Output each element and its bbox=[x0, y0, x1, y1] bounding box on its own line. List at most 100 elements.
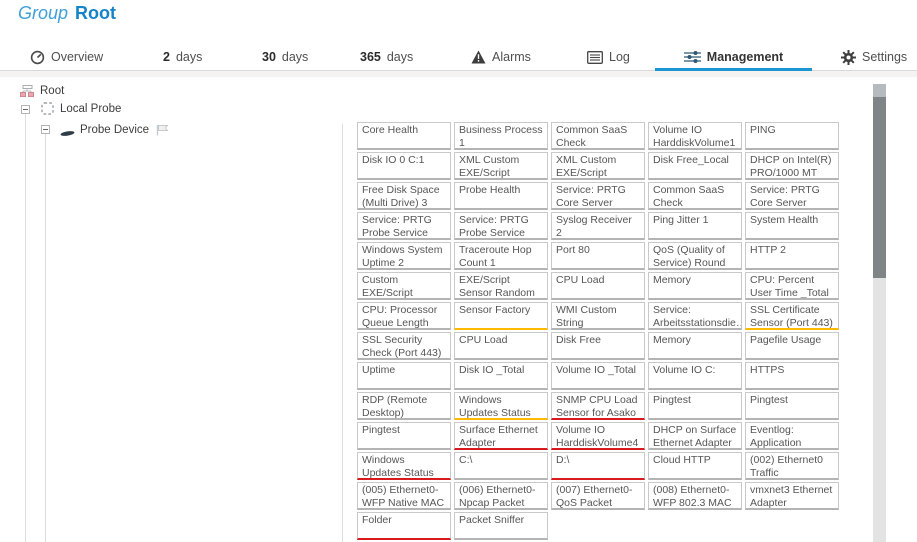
sensor-box[interactable]: vmxnet3 Ethernet Adapter bbox=[745, 482, 839, 510]
tab-log[interactable]: Log bbox=[587, 44, 630, 70]
sensor-box[interactable]: Surface Ethernet Adapter bbox=[454, 422, 548, 450]
sensor-box[interactable]: Disk IO 0 C:1 bbox=[357, 152, 451, 180]
sensor-box[interactable]: SNMP CPU Load Sensor for Asako bbox=[551, 392, 645, 420]
sensor-box[interactable]: SSL Security Check (Port 443) bbox=[357, 332, 451, 360]
sensor-box[interactable]: (006) Ethernet0-Npcap Packet bbox=[454, 482, 548, 510]
sensor-box[interactable]: Windows Updates Status bbox=[454, 392, 548, 420]
sensor-box[interactable]: Volume IO C: bbox=[648, 362, 742, 390]
sensor-box[interactable]: (007) Ethernet0-QoS Packet bbox=[551, 482, 645, 510]
tree-item-local-probe[interactable]: Local Probe bbox=[60, 103, 121, 115]
log-icon bbox=[587, 51, 603, 64]
tab-2-days[interactable]: 2 days bbox=[163, 44, 202, 70]
tab-30-days[interactable]: 30 days bbox=[262, 44, 308, 70]
sensor-box[interactable]: Ping Jitter 1 bbox=[648, 212, 742, 240]
page-title: GroupRoot bbox=[18, 1, 116, 25]
tab-number: 365 bbox=[360, 50, 381, 64]
device-icon bbox=[60, 125, 75, 143]
sensor-box[interactable]: CPU Load bbox=[551, 272, 645, 300]
sensor-box[interactable]: Volume IO _Total bbox=[551, 362, 645, 390]
tab-alarms[interactable]: Alarms bbox=[471, 44, 531, 70]
scrollbar-top-cap bbox=[873, 84, 886, 97]
sensor-grid: Core HealthBusiness Process 1Common SaaS… bbox=[357, 122, 839, 540]
sensor-box[interactable]: Volume IO HarddiskVolume1 bbox=[648, 122, 742, 150]
tab-label: Alarms bbox=[492, 50, 531, 64]
sensor-box[interactable]: HTTP 2 bbox=[745, 242, 839, 270]
sensor-box[interactable]: PING bbox=[745, 122, 839, 150]
tab-number: 30 bbox=[262, 50, 276, 64]
tab-label: days bbox=[282, 50, 308, 64]
sensor-box[interactable]: QoS (Quality of Service) Round Trip bbox=[648, 242, 742, 270]
sensor-box[interactable]: Memory bbox=[648, 272, 742, 300]
sensor-box[interactable]: Service: Arbeitsstationsdie… bbox=[648, 302, 742, 330]
sensor-box[interactable]: Cloud HTTP bbox=[648, 452, 742, 480]
collapse-toggle-probe-device[interactable] bbox=[41, 125, 50, 134]
sensor-box[interactable]: D:\ bbox=[551, 452, 645, 480]
sensor-box[interactable]: Service: PRTG Probe Service bbox=[357, 212, 451, 240]
sensor-box[interactable]: Business Process 1 bbox=[454, 122, 548, 150]
sensor-box[interactable]: Port 80 bbox=[551, 242, 645, 270]
sensor-box[interactable]: WMI Custom String bbox=[551, 302, 645, 330]
tree-connector-line bbox=[25, 114, 26, 542]
sensor-box[interactable]: Service: PRTG Core Server Service bbox=[745, 182, 839, 210]
sensor-box[interactable]: DHCP on Surface Ethernet Adapter bbox=[648, 422, 742, 450]
collapse-toggle-local-probe[interactable] bbox=[21, 105, 30, 114]
object-type-label: Group bbox=[18, 3, 68, 23]
sensor-box[interactable]: Service: PRTG Probe Service bbox=[454, 212, 548, 240]
sensor-box[interactable]: Traceroute Hop Count 1 bbox=[454, 242, 548, 270]
sensor-box[interactable]: Pingtest bbox=[357, 422, 451, 450]
sensor-box[interactable]: (005) Ethernet0-WFP Native MAC bbox=[357, 482, 451, 510]
sensor-box[interactable]: CPU: Processor Queue Length bbox=[357, 302, 451, 330]
sensor-box[interactable]: System Health bbox=[745, 212, 839, 240]
sensor-box[interactable]: Sensor Factory bbox=[454, 302, 548, 330]
sensor-box[interactable]: Pingtest bbox=[745, 392, 839, 420]
sensor-box[interactable]: EXE/Script Sensor Random number bbox=[454, 272, 548, 300]
sensor-box[interactable]: (008) Ethernet0-WFP 802.3 MAC bbox=[648, 482, 742, 510]
sensor-box[interactable]: Common SaaS Check bbox=[551, 122, 645, 150]
sensor-box[interactable]: (002) Ethernet0 Traffic bbox=[745, 452, 839, 480]
tab-label: Settings bbox=[862, 50, 907, 64]
sensor-box[interactable]: Custom EXE/Script Sensor 1 bbox=[357, 272, 451, 300]
sensor-box[interactable]: Uptime bbox=[357, 362, 451, 390]
sensor-box[interactable]: Disk Free_Local bbox=[648, 152, 742, 180]
sensor-box[interactable]: C:\ bbox=[454, 452, 548, 480]
tab-overview[interactable]: Overview bbox=[30, 44, 103, 70]
sensor-box[interactable]: Service: PRTG Core Server Service bbox=[551, 182, 645, 210]
sensor-box[interactable]: Volume IO HarddiskVolume4 bbox=[551, 422, 645, 450]
tab-label: days bbox=[176, 50, 202, 64]
sensor-box[interactable]: CPU: Percent User Time _Total bbox=[745, 272, 839, 300]
sensor-box[interactable]: XML Custom EXE/Script Sensor bbox=[551, 152, 645, 180]
sensor-box[interactable]: Windows Updates Status bbox=[357, 452, 451, 480]
sensor-box[interactable]: Pingtest bbox=[648, 392, 742, 420]
sensor-box[interactable]: Packet Sniffer bbox=[454, 512, 548, 540]
scrollbar-thumb[interactable] bbox=[873, 97, 886, 278]
tree-item-root[interactable]: Root bbox=[40, 85, 64, 97]
sensor-box[interactable]: Folder bbox=[357, 512, 451, 540]
sensor-box[interactable]: Windows System Uptime 2 bbox=[357, 242, 451, 270]
sensor-box[interactable]: Core Health bbox=[357, 122, 451, 150]
sensor-box[interactable]: Memory bbox=[648, 332, 742, 360]
tab-365-days[interactable]: 365 days bbox=[360, 44, 413, 70]
sensor-box[interactable]: Common SaaS Check bbox=[648, 182, 742, 210]
tab-management[interactable]: Management bbox=[655, 44, 812, 70]
sensor-box[interactable]: XML Custom EXE/Script Sensor bbox=[454, 152, 548, 180]
sensor-box[interactable]: Syslog Receiver 2 bbox=[551, 212, 645, 240]
tab-label: Management bbox=[707, 50, 783, 64]
sensor-box[interactable]: Disk IO _Total bbox=[454, 362, 548, 390]
tree-item-probe-device[interactable]: Probe Device bbox=[80, 124, 149, 136]
tab-bar: Overview 2 days 30 days 365 days Alarms … bbox=[0, 44, 917, 71]
tab-settings[interactable]: Settings bbox=[841, 44, 907, 70]
sensor-box[interactable]: Probe Health bbox=[454, 182, 548, 210]
sensor-box[interactable]: Pagefile Usage bbox=[745, 332, 839, 360]
sensor-box[interactable]: Free Disk Space (Multi Drive) 3 bbox=[357, 182, 451, 210]
sensor-box[interactable]: SSL Certificate Sensor (Port 443) bbox=[745, 302, 839, 330]
gauge-icon bbox=[30, 50, 45, 65]
flag-icon bbox=[156, 123, 169, 141]
tree-connector-line bbox=[342, 124, 343, 542]
sensor-box[interactable]: Eventlog: Application bbox=[745, 422, 839, 450]
sensor-box[interactable]: DHCP on Intel(R) PRO/1000 MT bbox=[745, 152, 839, 180]
sensor-box[interactable]: Disk Free bbox=[551, 332, 645, 360]
sensor-box[interactable]: RDP (Remote Desktop) bbox=[357, 392, 451, 420]
tab-label: days bbox=[387, 50, 413, 64]
sensor-box[interactable]: HTTPS bbox=[745, 362, 839, 390]
sensor-box[interactable]: CPU Load bbox=[454, 332, 548, 360]
